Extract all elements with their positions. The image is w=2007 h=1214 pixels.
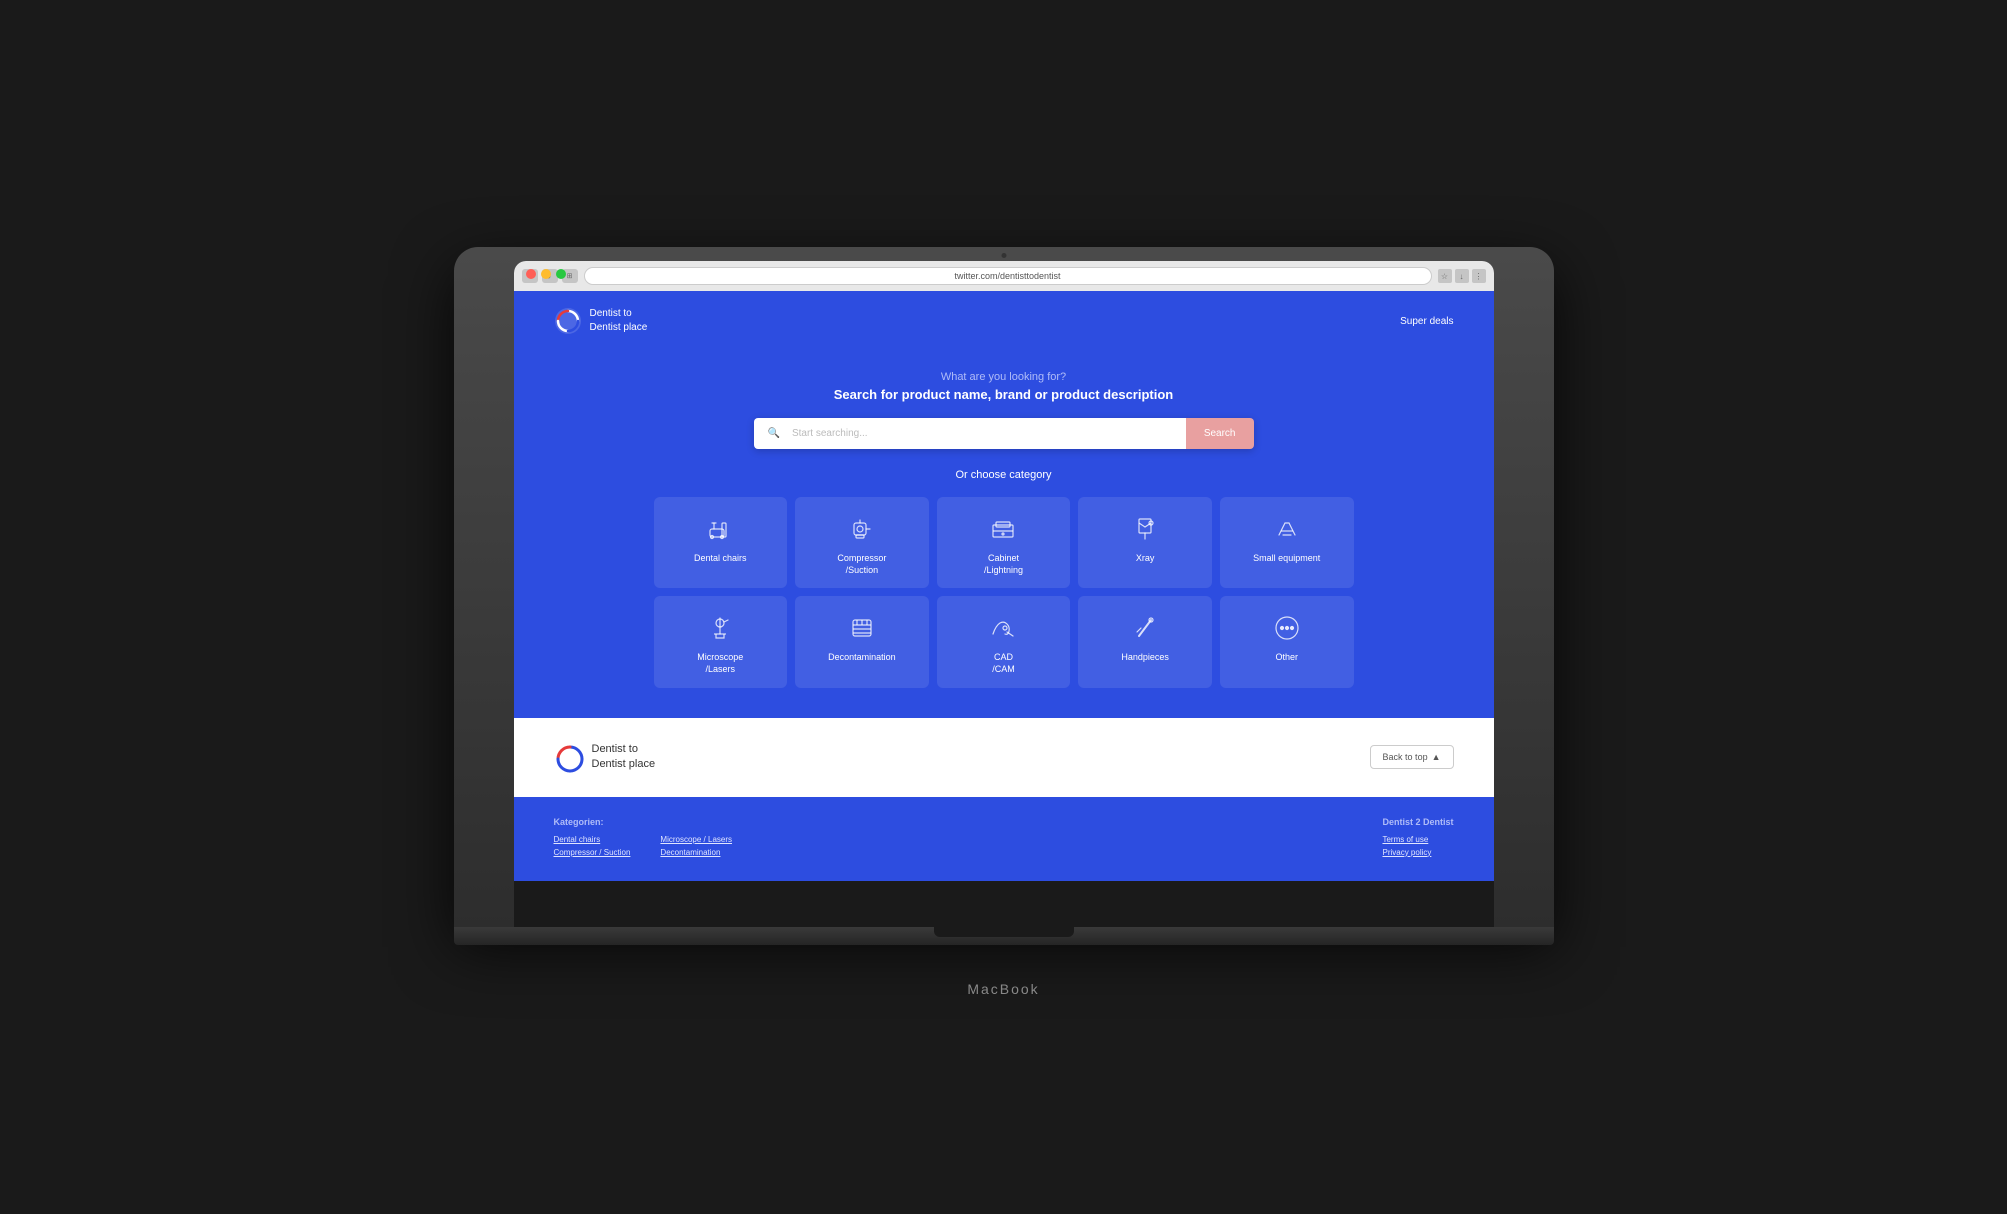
hero-subtitle: What are you looking for? <box>554 371 1454 383</box>
back-to-top-arrow: ▲ <box>1432 752 1441 762</box>
footer-terms-link[interactable]: Terms of use <box>1382 835 1453 844</box>
traffic-lights <box>526 269 566 279</box>
footer-categories-col: Kategorien: Dental chairs Microscope / L… <box>554 817 738 861</box>
small-equipment-icon <box>1228 513 1346 545</box>
category-decontamination[interactable]: Decontamination <box>795 596 929 687</box>
category-small-equipment[interactable]: Small equipment <box>1220 497 1354 588</box>
footer-categories-links: Dental chairs Microscope / Lasers Compre… <box>554 835 738 857</box>
footer-link-decontamination[interactable]: Decontamination <box>660 848 737 857</box>
search-bar: 🔍 Start searching... Search <box>754 418 1254 449</box>
macbook-notch <box>934 927 1074 937</box>
back-to-top-label: Back to top <box>1383 752 1428 762</box>
webcam-dot <box>1001 253 1006 258</box>
macbook-base <box>454 927 1554 945</box>
logo-icon <box>554 307 582 335</box>
browser-actions: ☆ ↓ ⋮ <box>1438 269 1486 283</box>
bookmark-icon[interactable]: ☆ <box>1438 269 1452 283</box>
website-content: Dentist to Dentist place Super deals Wha… <box>514 291 1494 927</box>
company-heading: Dentist 2 Dentist <box>1382 817 1453 827</box>
xray-label: Xray <box>1086 553 1204 565</box>
cabinet-label: Cabinet/Lightning <box>945 553 1063 576</box>
screen-bezel: ‹ › ⊞ twitter.com/dentisttodentist ☆ ↓ ⋮ <box>514 261 1494 927</box>
other-icon <box>1228 612 1346 644</box>
macbook-wrapper: ‹ › ⊞ twitter.com/dentisttodentist ☆ ↓ ⋮ <box>454 247 1554 967</box>
search-icon: 🔍 <box>768 428 780 439</box>
category-xray[interactable]: Xray <box>1078 497 1212 588</box>
url-text: twitter.com/dentisttodentist <box>954 271 1060 281</box>
small-equipment-label: Small equipment <box>1228 553 1346 565</box>
category-grid-row2: Microscope/Lasers Decontamination <box>654 596 1354 687</box>
footer-bottom: Kategorien: Dental chairs Microscope / L… <box>514 797 1494 881</box>
macbook-label: MacBook <box>967 981 1039 997</box>
dental-chairs-label: Dental chairs <box>662 553 780 565</box>
hero-section: What are you looking for? Search for pro… <box>514 351 1494 718</box>
compressor-label: Compressor/Suction <box>803 553 921 576</box>
category-cad-cam[interactable]: CAD/CAM <box>937 596 1071 687</box>
browser-chrome: ‹ › ⊞ twitter.com/dentisttodentist ☆ ↓ ⋮ <box>514 261 1494 291</box>
category-label: Or choose category <box>554 469 1454 481</box>
hero-title: Search for product name, brand or produc… <box>554 387 1454 402</box>
footer-logo-text: Dentist to Dentist place <box>592 742 656 773</box>
cad-cam-label: CAD/CAM <box>945 652 1063 675</box>
category-cabinet[interactable]: Cabinet/Lightning <box>937 497 1071 588</box>
logo-area: Dentist to Dentist place <box>554 307 648 335</box>
back-to-top-button[interactable]: Back to top ▲ <box>1370 745 1454 769</box>
category-grid-row1: Dental chairs Compressor/Suction <box>654 497 1354 588</box>
footer-link-microscope[interactable]: Microscope / Lasers <box>660 835 737 844</box>
decontamination-label: Decontamination <box>803 652 921 664</box>
super-deals-link[interactable]: Super deals <box>1400 316 1453 327</box>
download-icon[interactable]: ↓ <box>1455 269 1469 283</box>
handpieces-icon <box>1086 612 1204 644</box>
handpieces-label: Handpieces <box>1086 652 1204 664</box>
cabinet-icon <box>945 513 1063 545</box>
search-button[interactable]: Search <box>1186 418 1254 449</box>
footer-logo-area: Dentist to Dentist place <box>554 742 656 773</box>
dental-chairs-icon <box>662 513 780 545</box>
decontamination-icon <box>803 612 921 644</box>
category-handpieces[interactable]: Handpieces <box>1078 596 1212 687</box>
footer-link-compressor[interactable]: Compressor / Suction <box>554 848 631 857</box>
search-input-wrapper[interactable]: 🔍 Start searching... <box>754 418 1186 449</box>
category-compressor[interactable]: Compressor/Suction <box>795 497 929 588</box>
close-button[interactable] <box>526 269 536 279</box>
categories-heading: Kategorien: <box>554 817 738 827</box>
xray-icon <box>1086 513 1204 545</box>
category-microscope[interactable]: Microscope/Lasers <box>654 596 788 687</box>
microscope-label: Microscope/Lasers <box>662 652 780 675</box>
maximize-button[interactable] <box>556 269 566 279</box>
category-other[interactable]: Other <box>1220 596 1354 687</box>
site-header: Dentist to Dentist place Super deals <box>514 291 1494 351</box>
address-bar[interactable]: twitter.com/dentisttodentist <box>584 267 1432 285</box>
microscope-icon <box>662 612 780 644</box>
other-label: Other <box>1228 652 1346 664</box>
footer-top: Dentist to Dentist place Back to top ▲ <box>514 718 1494 797</box>
footer-privacy-link[interactable]: Privacy policy <box>1382 848 1453 857</box>
header-logo-text: Dentist to Dentist place <box>590 307 648 335</box>
footer-link-dental-chairs[interactable]: Dental chairs <box>554 835 631 844</box>
compressor-icon <box>803 513 921 545</box>
more-icon[interactable]: ⋮ <box>1472 269 1486 283</box>
footer-logo-icon <box>554 743 582 771</box>
cad-cam-icon <box>945 612 1063 644</box>
category-dental-chairs[interactable]: Dental chairs <box>654 497 788 588</box>
minimize-button[interactable] <box>541 269 551 279</box>
footer-company-col: Dentist 2 Dentist Terms of use Privacy p… <box>1382 817 1453 861</box>
search-placeholder: Start searching... <box>792 428 868 439</box>
macbook-body: ‹ › ⊞ twitter.com/dentisttodentist ☆ ↓ ⋮ <box>454 247 1554 927</box>
